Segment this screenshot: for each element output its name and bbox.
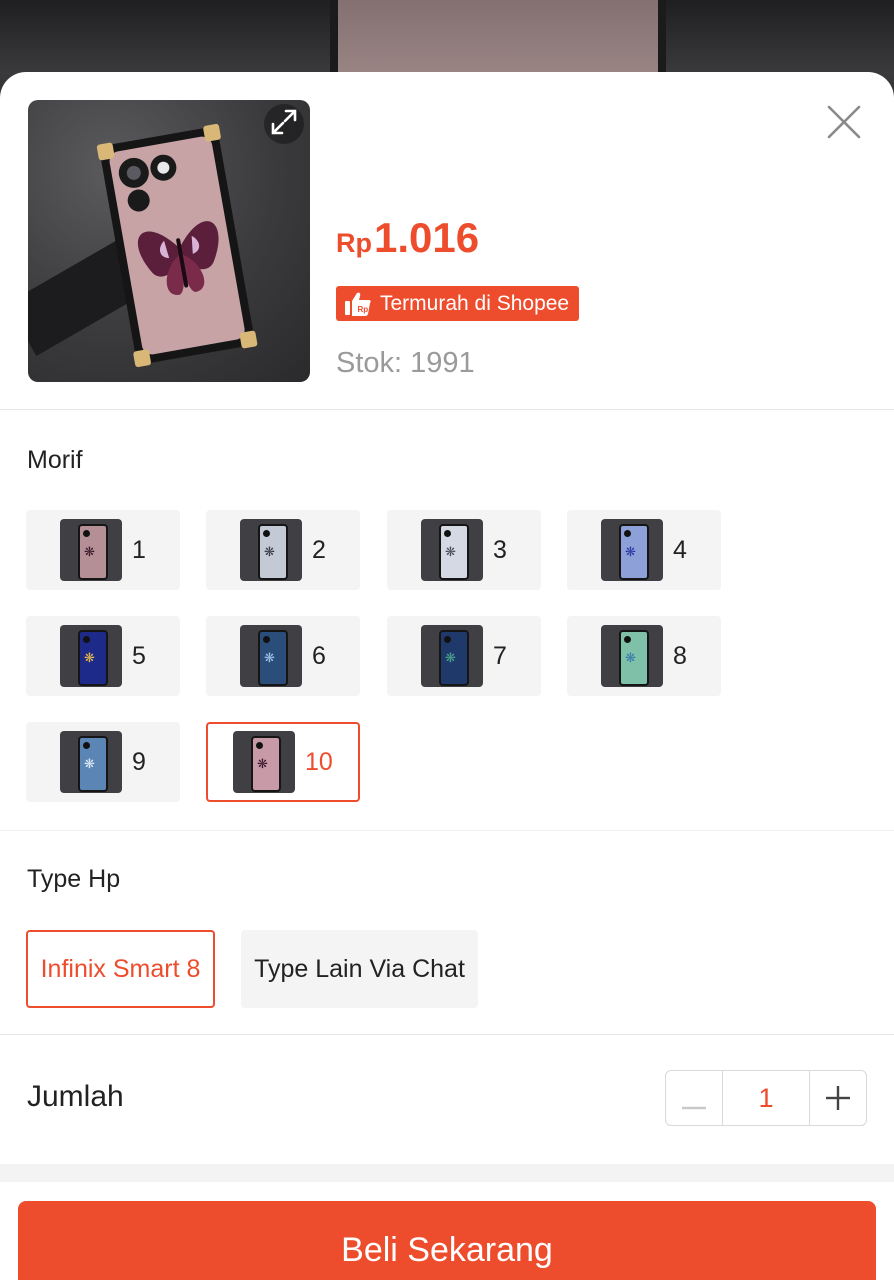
- motif-option-5[interactable]: ❋ 5: [26, 616, 180, 696]
- motif-thumbnail: ❋: [240, 519, 302, 581]
- motif-option-4[interactable]: ❋ 4: [567, 510, 721, 590]
- phone-case-illustration: [28, 123, 258, 368]
- motif-option-label: 1: [132, 535, 146, 564]
- quantity-label: Jumlah: [27, 1080, 124, 1113]
- butterfly-icon: ❋: [625, 650, 636, 665]
- camera-icon: [444, 636, 451, 643]
- decrease-quantity-button[interactable]: [666, 1071, 723, 1125]
- butterfly-icon: ❋: [625, 544, 636, 559]
- divider: [0, 409, 894, 410]
- motif-option-8[interactable]: ❋ 8: [567, 616, 721, 696]
- plus-icon: [826, 1077, 850, 1119]
- camera-icon: [624, 636, 631, 643]
- price-currency: Rp: [336, 228, 372, 258]
- motif-option-label: 5: [132, 641, 146, 670]
- type-hp-section-title: Type Hp: [27, 865, 121, 893]
- camera-icon: [83, 742, 90, 749]
- camera-icon: [444, 530, 451, 537]
- motif-thumbnail: ❋: [60, 625, 122, 687]
- motif-option-label: 8: [673, 641, 687, 670]
- motif-option-label: 10: [305, 747, 333, 776]
- motif-option-label: 2: [312, 535, 326, 564]
- type-option-label: Type Lain Via Chat: [254, 954, 465, 983]
- price-amount: 1.016: [374, 214, 480, 261]
- camera-icon: [256, 742, 263, 749]
- butterfly-icon: ❋: [84, 756, 95, 771]
- divider: [0, 830, 894, 831]
- type-option-infinix-smart-8[interactable]: Infinix Smart 8: [26, 930, 215, 1008]
- divider: [0, 1034, 894, 1035]
- motif-option-9[interactable]: ❋ 9: [26, 722, 180, 802]
- section-separator: [0, 1164, 894, 1182]
- motif-option-2[interactable]: ❋ 2: [206, 510, 360, 590]
- butterfly-icon: ❋: [445, 544, 456, 559]
- motif-option-1[interactable]: ❋ 1: [26, 510, 180, 590]
- cheapest-badge: Rp Termurah di Shopee: [336, 286, 580, 321]
- motif-thumbnail: ❋: [421, 625, 483, 687]
- motif-option-10[interactable]: ❋ 10: [206, 722, 360, 802]
- increase-quantity-button[interactable]: [809, 1071, 866, 1125]
- motif-option-label: 4: [673, 535, 687, 564]
- butterfly-icon: ❋: [264, 544, 275, 559]
- expand-icon: [269, 107, 299, 142]
- type-option-label: Infinix Smart 8: [40, 954, 201, 983]
- motif-option-label: 3: [493, 535, 507, 564]
- camera-icon: [263, 530, 270, 537]
- type-option-other-via-chat[interactable]: Type Lain Via Chat: [241, 930, 478, 1008]
- close-icon: [826, 104, 862, 145]
- variant-bottom-sheet: Rp 1.016 Rp Termurah di Shopee Stok: 199…: [0, 72, 894, 1280]
- motif-thumbnail: ❋: [240, 625, 302, 687]
- motif-option-label: 9: [132, 747, 146, 776]
- butterfly-icon: ❋: [264, 650, 275, 665]
- motif-thumbnail: ❋: [60, 731, 122, 793]
- motif-thumbnail: ❋: [601, 625, 663, 687]
- thumbs-up-rp-icon: Rp: [344, 291, 372, 317]
- motif-option-3[interactable]: ❋ 3: [387, 510, 541, 590]
- butterfly-icon: ❋: [445, 650, 456, 665]
- butterfly-icon: ❋: [257, 756, 268, 771]
- cheapest-badge-label: Termurah di Shopee: [380, 291, 570, 315]
- motif-option-label: 6: [312, 641, 326, 670]
- motif-section-title: Morif: [27, 446, 83, 474]
- expand-image-button[interactable]: [264, 104, 304, 144]
- motif-option-7[interactable]: ❋ 7: [387, 616, 541, 696]
- quantity-stepper: 1: [665, 1070, 867, 1126]
- motif-option-label: 7: [493, 641, 507, 670]
- motif-thumbnail: ❋: [60, 519, 122, 581]
- stock-count: Stok: 1991: [336, 347, 475, 379]
- butterfly-icon: ❋: [84, 544, 95, 559]
- svg-text:Rp: Rp: [358, 305, 369, 314]
- product-price: Rp 1.016: [336, 214, 479, 262]
- close-button[interactable]: [822, 102, 866, 146]
- camera-icon: [624, 530, 631, 537]
- motif-thumbnail: ❋: [233, 731, 295, 793]
- camera-icon: [83, 636, 90, 643]
- minus-icon: [682, 1077, 706, 1119]
- butterfly-icon: ❋: [84, 650, 95, 665]
- motif-option-6[interactable]: ❋ 6: [206, 616, 360, 696]
- motif-thumbnail: ❋: [421, 519, 483, 581]
- product-thumbnail[interactable]: [28, 100, 310, 382]
- motif-thumbnail: ❋: [601, 519, 663, 581]
- buy-now-label: Beli Sekarang: [341, 1231, 553, 1269]
- camera-icon: [263, 636, 270, 643]
- quantity-value[interactable]: 1: [723, 1071, 809, 1125]
- buy-now-button[interactable]: Beli Sekarang: [18, 1201, 876, 1280]
- camera-icon: [83, 530, 90, 537]
